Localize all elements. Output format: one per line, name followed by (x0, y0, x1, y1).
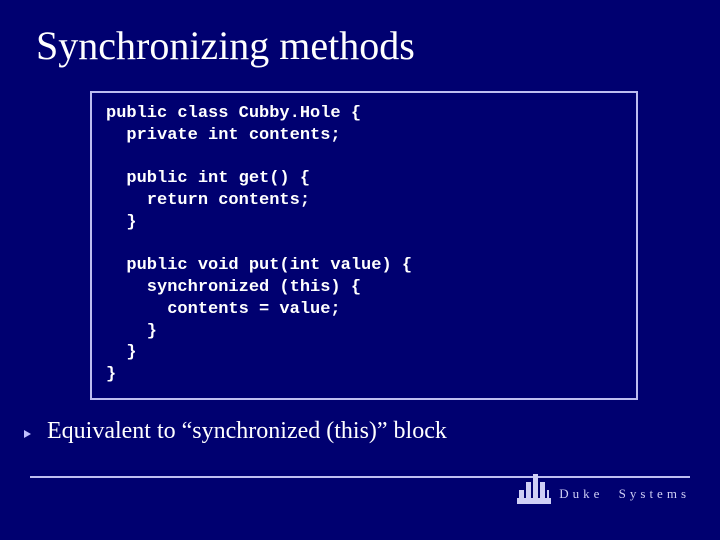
bullet-icon (24, 430, 33, 439)
code-text: public class Cubby.Hole { private int co… (106, 103, 622, 386)
slide-title: Synchronizing methods (0, 0, 720, 69)
brand-logo-icon (519, 468, 549, 504)
code-block: public class Cubby.Hole { private int co… (90, 91, 638, 400)
bullet-list: Equivalent to “synchronized (this)” bloc… (24, 418, 720, 445)
list-item: Equivalent to “synchronized (this)” bloc… (24, 418, 720, 445)
bullet-text: Equivalent to “synchronized (this)” bloc… (47, 418, 447, 445)
brand-text: Duke Systems (559, 486, 690, 504)
brand: Duke Systems (519, 468, 690, 504)
footer: Duke Systems (30, 476, 690, 510)
